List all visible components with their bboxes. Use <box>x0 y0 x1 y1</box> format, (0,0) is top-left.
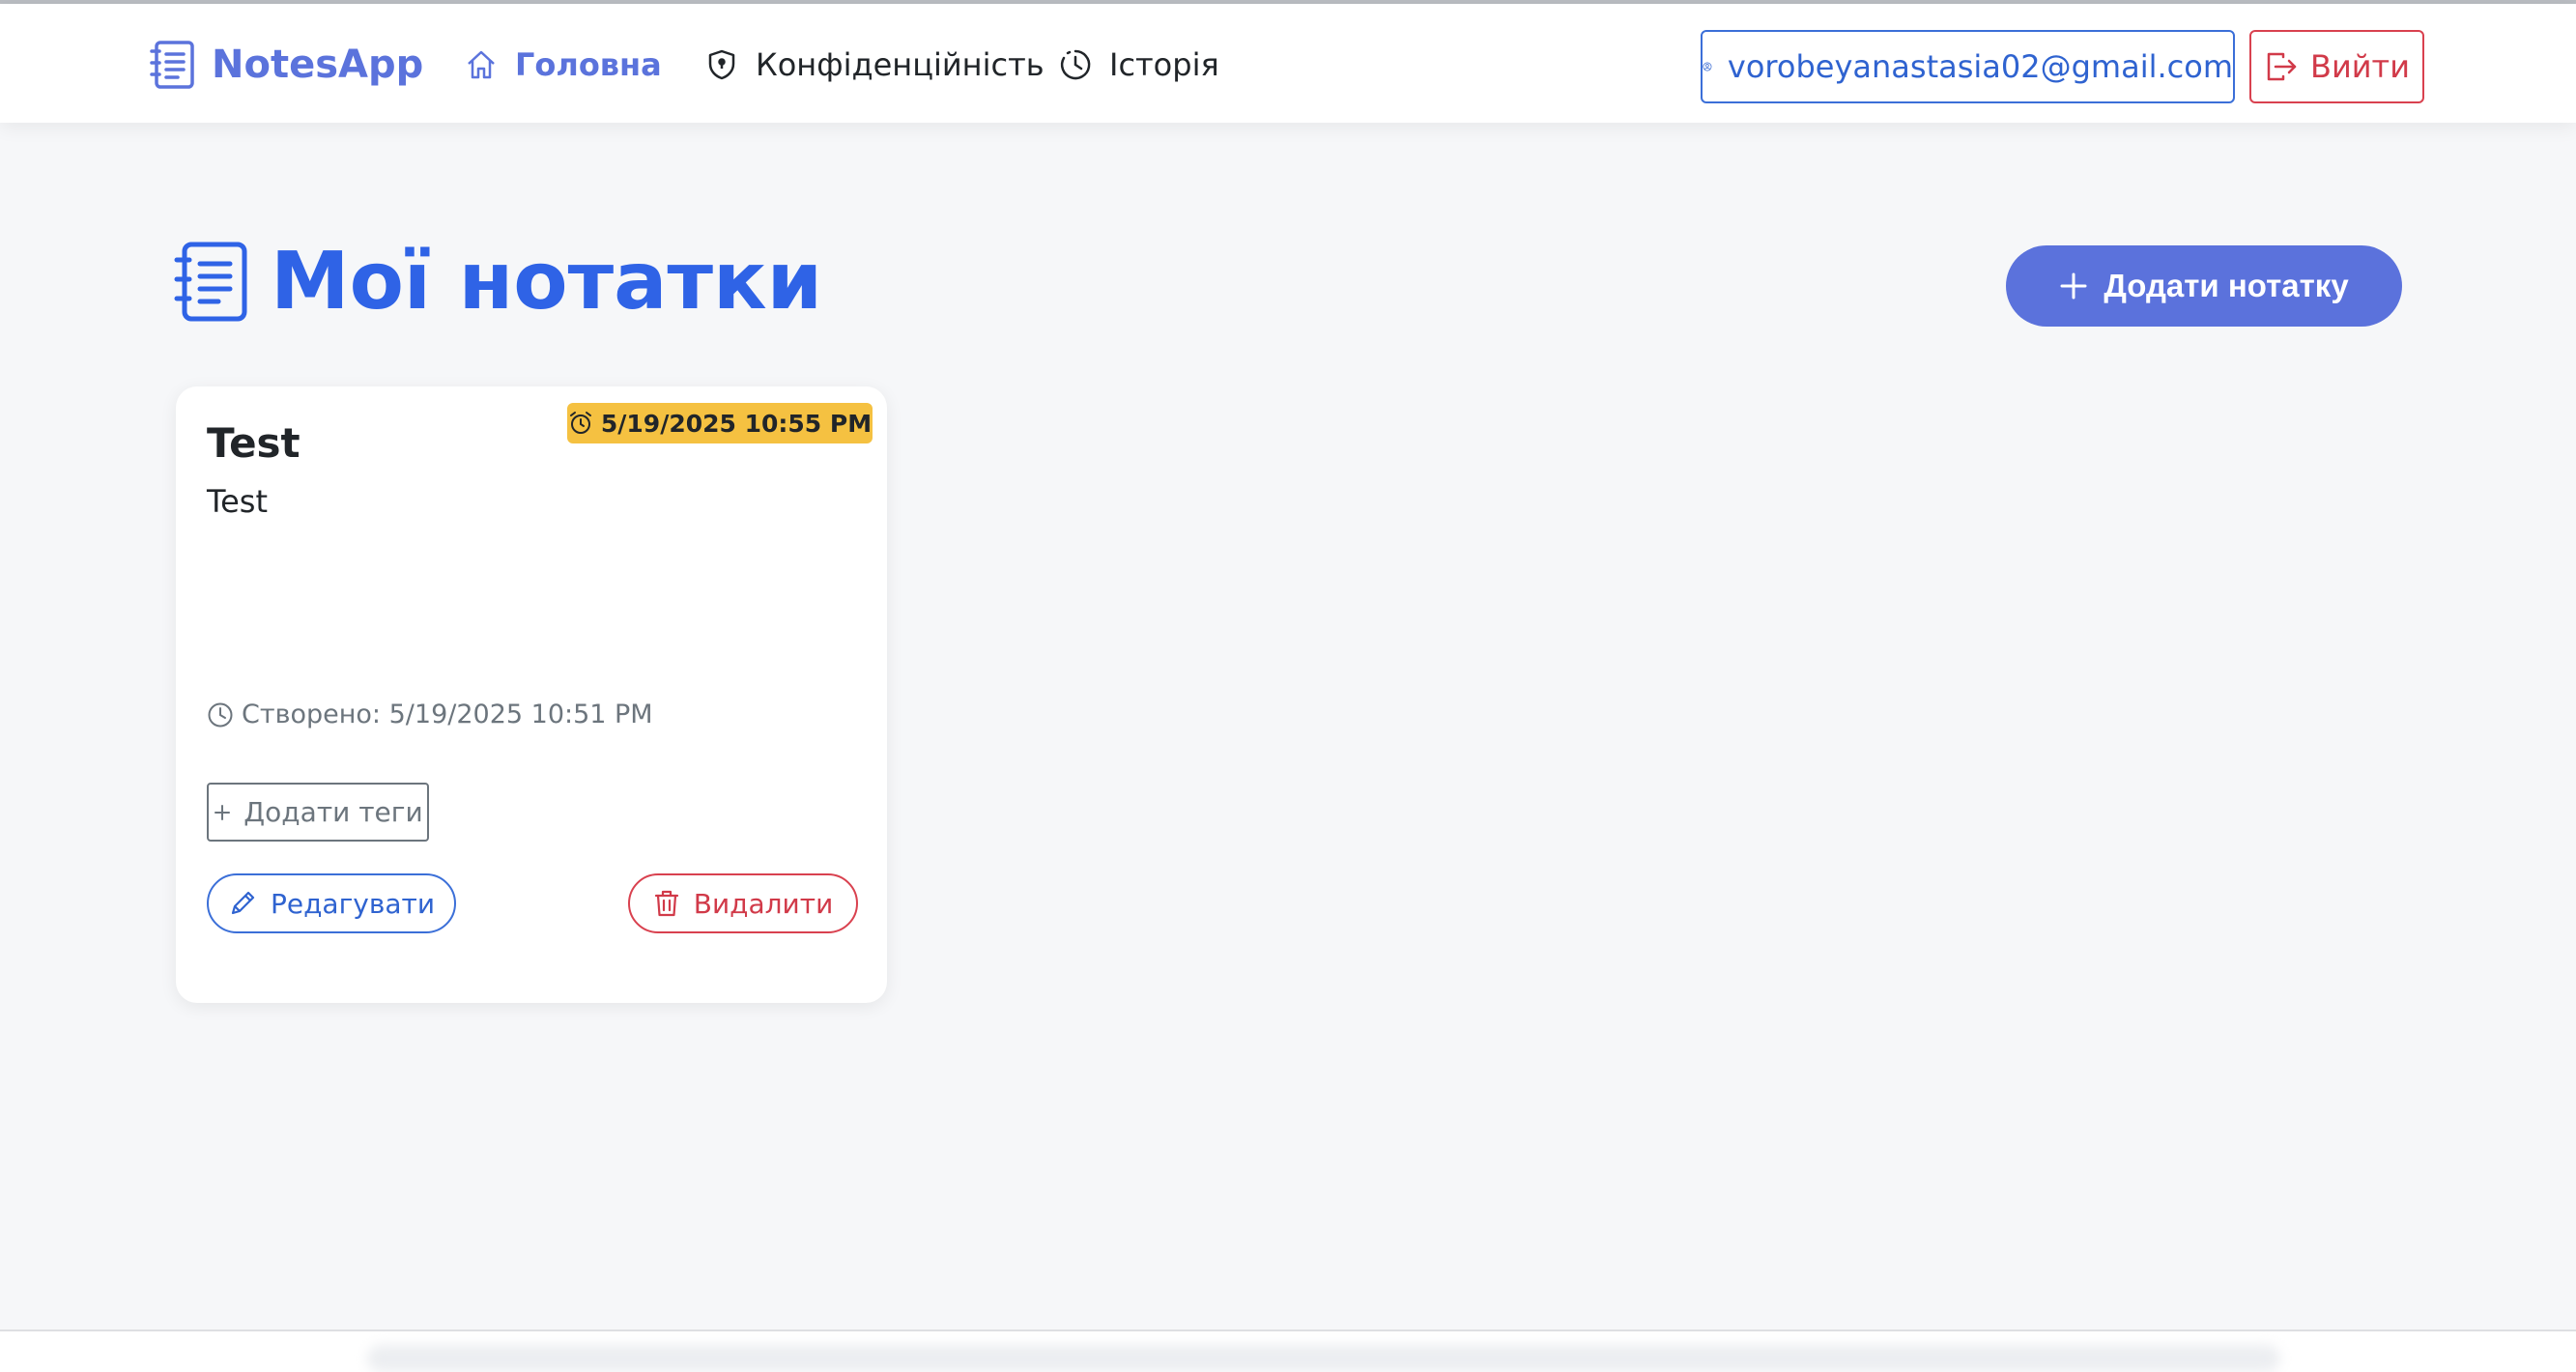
note-created-timestamp: Створено: 5/19/2025 10:51 PM <box>207 700 653 729</box>
clock-icon <box>208 702 233 727</box>
logout-icon <box>2267 52 2297 81</box>
home-icon <box>468 50 495 79</box>
edit-note-button[interactable]: Редагувати <box>207 873 456 933</box>
user-circle-icon <box>1703 62 1712 71</box>
note-created-text: Створено: 5/19/2025 10:51 PM <box>242 700 653 729</box>
note-card: Test 5/19/2025 10:55 PM Test Створено: 5… <box>176 386 887 1003</box>
trash-icon <box>654 890 678 917</box>
shield-icon <box>708 49 735 80</box>
plus-icon <box>215 804 231 820</box>
note-title: Test <box>207 419 301 467</box>
brand-name: NotesApp <box>212 43 424 87</box>
footer-shadow <box>367 1345 2280 1372</box>
nav-link-privacy[interactable]: Конфіденційність <box>705 46 1045 83</box>
clock-icon <box>1060 49 1091 80</box>
delete-note-button[interactable]: Видалити <box>628 873 858 933</box>
navbar: NotesApp Головна Конфіденційність Історі… <box>0 4 2576 123</box>
page-title: Мої нотатки <box>174 236 822 328</box>
add-note-button[interactable]: Додати нотатку <box>2006 245 2402 327</box>
reminder-badge: 5/19/2025 10:55 PM <box>567 403 873 443</box>
add-tags-button[interactable]: Додати теги <box>207 783 429 842</box>
reminder-datetime: 5/19/2025 10:55 PM <box>600 409 873 438</box>
delete-note-label: Видалити <box>693 887 834 920</box>
brand-link[interactable]: NotesApp <box>150 40 423 90</box>
nav-link-history[interactable]: Історія <box>1059 46 1219 83</box>
logout-button[interactable]: Вийти <box>2249 30 2424 103</box>
nav-link-home-label: Головна <box>515 46 662 83</box>
nav-link-history-label: Історія <box>1109 46 1219 83</box>
note-body: Test <box>207 483 269 520</box>
user-email: vorobeyanastasia02@gmail.com <box>1727 48 2233 85</box>
logout-label: Вийти <box>2310 48 2410 85</box>
nav-link-home[interactable]: Головна <box>465 46 662 83</box>
alarm-clock-icon <box>569 412 591 434</box>
pencil-icon <box>231 891 255 915</box>
notebook-icon <box>174 242 247 321</box>
add-tags-label: Додати теги <box>243 796 423 828</box>
page-title-text: Мої нотатки <box>271 236 823 328</box>
add-note-label: Додати нотатку <box>2104 268 2349 303</box>
plus-icon <box>2060 272 2087 300</box>
user-account-button[interactable]: vorobeyanastasia02@gmail.com <box>1701 30 2235 103</box>
nav-link-privacy-label: Конфіденційність <box>756 46 1045 83</box>
edit-note-label: Редагувати <box>270 887 436 920</box>
notebook-icon <box>150 41 194 89</box>
